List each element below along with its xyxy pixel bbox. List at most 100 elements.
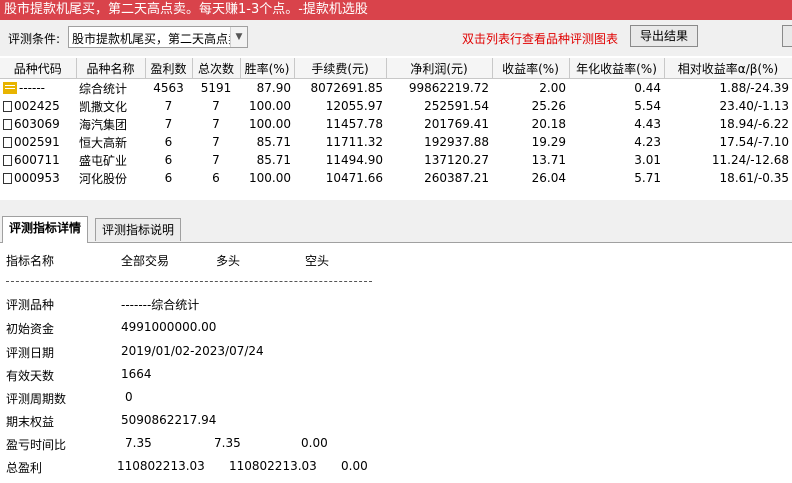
- cell-rel: 1.88/-24.39: [719, 81, 789, 95]
- export-button[interactable]: 导出结果: [630, 25, 698, 47]
- table-row[interactable]: 000953 河化股份 6 6 100.00 10471.66 260387.21 26.04…: [0, 169, 792, 187]
- cell-annual: 0.44: [634, 81, 661, 95]
- chevron-down-icon[interactable]: ▼: [230, 27, 247, 47]
- detail-label: 期末权益: [6, 415, 55, 429]
- cell-fee: 11457.78: [325, 117, 383, 131]
- cell-code: 000953: [0, 169, 76, 187]
- cell-rel: 18.61/-0.35: [719, 171, 789, 185]
- col-header-rate[interactable]: 胜率(%): [240, 58, 295, 79]
- detail-value-all: 4991000000.00: [121, 320, 217, 334]
- cell-fee: 11711.32: [325, 135, 383, 149]
- cell-code-text: 002425: [14, 99, 60, 113]
- window-title: 股市提款机尾买，第二天高点卖。每天赚1-3个点。-提款机选股: [0, 0, 792, 20]
- detail-value-all: 110802213.03: [117, 459, 205, 473]
- table-row[interactable]: ------ 综合统计 4563 5191 87.90 8072691.85 9986221…: [0, 79, 792, 98]
- checkbox-icon[interactable]: [3, 119, 12, 130]
- checkbox-icon[interactable]: [3, 101, 12, 112]
- detail-value-all: -------综合统计: [121, 298, 200, 312]
- cell-total: 7: [212, 99, 220, 113]
- cell-code-text: 002591: [14, 135, 60, 149]
- checkbox-icon[interactable]: [3, 155, 12, 166]
- tab-indicator-details[interactable]: 评测指标详情: [2, 216, 89, 243]
- cell-profit: 260387.21: [424, 171, 489, 185]
- panel-splitter[interactable]: [0, 200, 792, 216]
- cell-total: 7: [212, 117, 220, 131]
- cell-name: 盛屯矿业: [79, 153, 128, 168]
- cell-wins: 7: [164, 99, 173, 113]
- col-header-total[interactable]: 总次数: [192, 58, 241, 79]
- detail-header-long: 多头: [216, 254, 241, 268]
- cell-code-text: 603069: [14, 117, 60, 131]
- cell-name: 恒大高新: [79, 135, 128, 150]
- col-header-name[interactable]: 品种名称: [76, 58, 146, 79]
- cell-rel: 11.24/-12.68: [711, 153, 789, 167]
- results-table: 品种代码 品种名称 盈利数 总次数 胜率(%) 手续费(元) 净利润(元) 收益…: [0, 58, 792, 200]
- cell-profit: 252591.54: [424, 99, 489, 113]
- condition-label: 评测条件:: [8, 32, 61, 46]
- extra-button[interactable]: [782, 25, 792, 47]
- table-row[interactable]: 002591 恒大高新 6 7 85.71 11711.32 192937.88 19.29 4…: [0, 133, 792, 151]
- detail-panel: 指标名称 全部交易 多头 空头 评测品种 -------综合统计 初始资金 49910…: [0, 243, 792, 483]
- cell-name: 综合统计: [79, 81, 128, 96]
- cell-ret: 13.71: [531, 153, 566, 167]
- col-header-wins[interactable]: 盈利数: [145, 58, 193, 79]
- cell-name: 河化股份: [79, 171, 128, 186]
- detail-label: 总盈利: [6, 461, 43, 475]
- checkbox-icon[interactable]: [3, 173, 12, 184]
- detail-label: 有效天数: [6, 369, 55, 383]
- cell-annual: 3.01: [634, 153, 661, 167]
- cell-code: 002591: [0, 133, 76, 151]
- cell-annual: 4.23: [634, 135, 661, 149]
- cell-code: 600711: [0, 151, 76, 169]
- col-header-relative[interactable]: 相对收益率α/β(%): [664, 58, 792, 79]
- cell-wins: 7: [164, 117, 173, 131]
- cell-annual: 5.54: [634, 99, 661, 113]
- col-header-annual[interactable]: 年化收益率(%): [569, 58, 665, 79]
- col-header-code[interactable]: 品种代码: [0, 58, 77, 79]
- detail-tabs: 评测指标详情 评测指标说明: [0, 216, 792, 243]
- cell-fee: 11494.90: [325, 153, 383, 167]
- cell-fee: 10471.66: [325, 171, 383, 185]
- checkbox-icon[interactable]: [3, 137, 12, 148]
- cell-profit: 99862219.72: [408, 81, 489, 95]
- cell-wins: 6: [164, 135, 173, 149]
- table-row[interactable]: 600711 盛屯矿业 6 7 85.71 11494.90 137120.27 13.71 3…: [0, 151, 792, 169]
- col-header-return[interactable]: 收益率(%): [492, 58, 570, 79]
- detail-value-short: 0.00: [301, 436, 328, 450]
- cell-code: 603069: [0, 115, 76, 133]
- table-row[interactable]: 002425 凯撒文化 7 7 100.00 12055.97 252591.54 25.26…: [0, 97, 792, 115]
- detail-label: 评测日期: [6, 346, 55, 360]
- cell-code: 002425: [0, 97, 76, 115]
- cell-ret: 26.04: [531, 171, 566, 185]
- detail-label: 初始资金: [6, 322, 55, 336]
- cell-total: 5191: [200, 81, 232, 95]
- cell-total: 7: [212, 153, 220, 167]
- table-body: ------ 综合统计 4563 5191 87.90 8072691.85 9986221…: [0, 79, 792, 188]
- cell-rel: 18.94/-6.22: [719, 117, 789, 131]
- cell-rel: 17.54/-7.10: [719, 135, 789, 149]
- detail-value-long: 110802213.03: [229, 459, 317, 473]
- condition-value: 股市提款机尾买，第二天高点卖: [72, 32, 232, 46]
- cell-wins: 6: [164, 153, 173, 167]
- cell-code-text: 600711: [14, 153, 60, 167]
- cell-rate: 87.90: [256, 81, 291, 95]
- hint-text: 双击列表行查看品种评测图表: [462, 32, 619, 46]
- detail-value-all: 2019/01/02-2023/07/24: [121, 344, 264, 358]
- divider: [6, 281, 372, 282]
- cell-ret: 2.00: [539, 81, 566, 95]
- col-header-fee[interactable]: 手续费(元): [294, 58, 387, 79]
- cell-ret: 25.26: [531, 99, 566, 113]
- detail-header-short: 空头: [305, 254, 330, 268]
- cell-rel: 23.40/-1.13: [719, 99, 789, 113]
- detail-value-all: 1664: [121, 367, 152, 381]
- condition-select[interactable]: 股市提款机尾买，第二天高点卖 ▼: [68, 26, 248, 48]
- cell-wins: 4563: [153, 81, 184, 95]
- col-header-profit[interactable]: 净利润(元): [386, 58, 493, 79]
- table-row[interactable]: 603069 海汽集团 7 7 100.00 11457.78 201769.41 20.18…: [0, 115, 792, 133]
- cell-fee: 12055.97: [325, 99, 383, 113]
- detail-value-all: 7.35: [125, 436, 152, 450]
- tab-indicator-help[interactable]: 评测指标说明: [95, 218, 182, 241]
- cell-annual: 5.71: [634, 171, 661, 185]
- detail-value-all: 0: [125, 390, 133, 404]
- detail-header-all: 全部交易: [121, 254, 170, 268]
